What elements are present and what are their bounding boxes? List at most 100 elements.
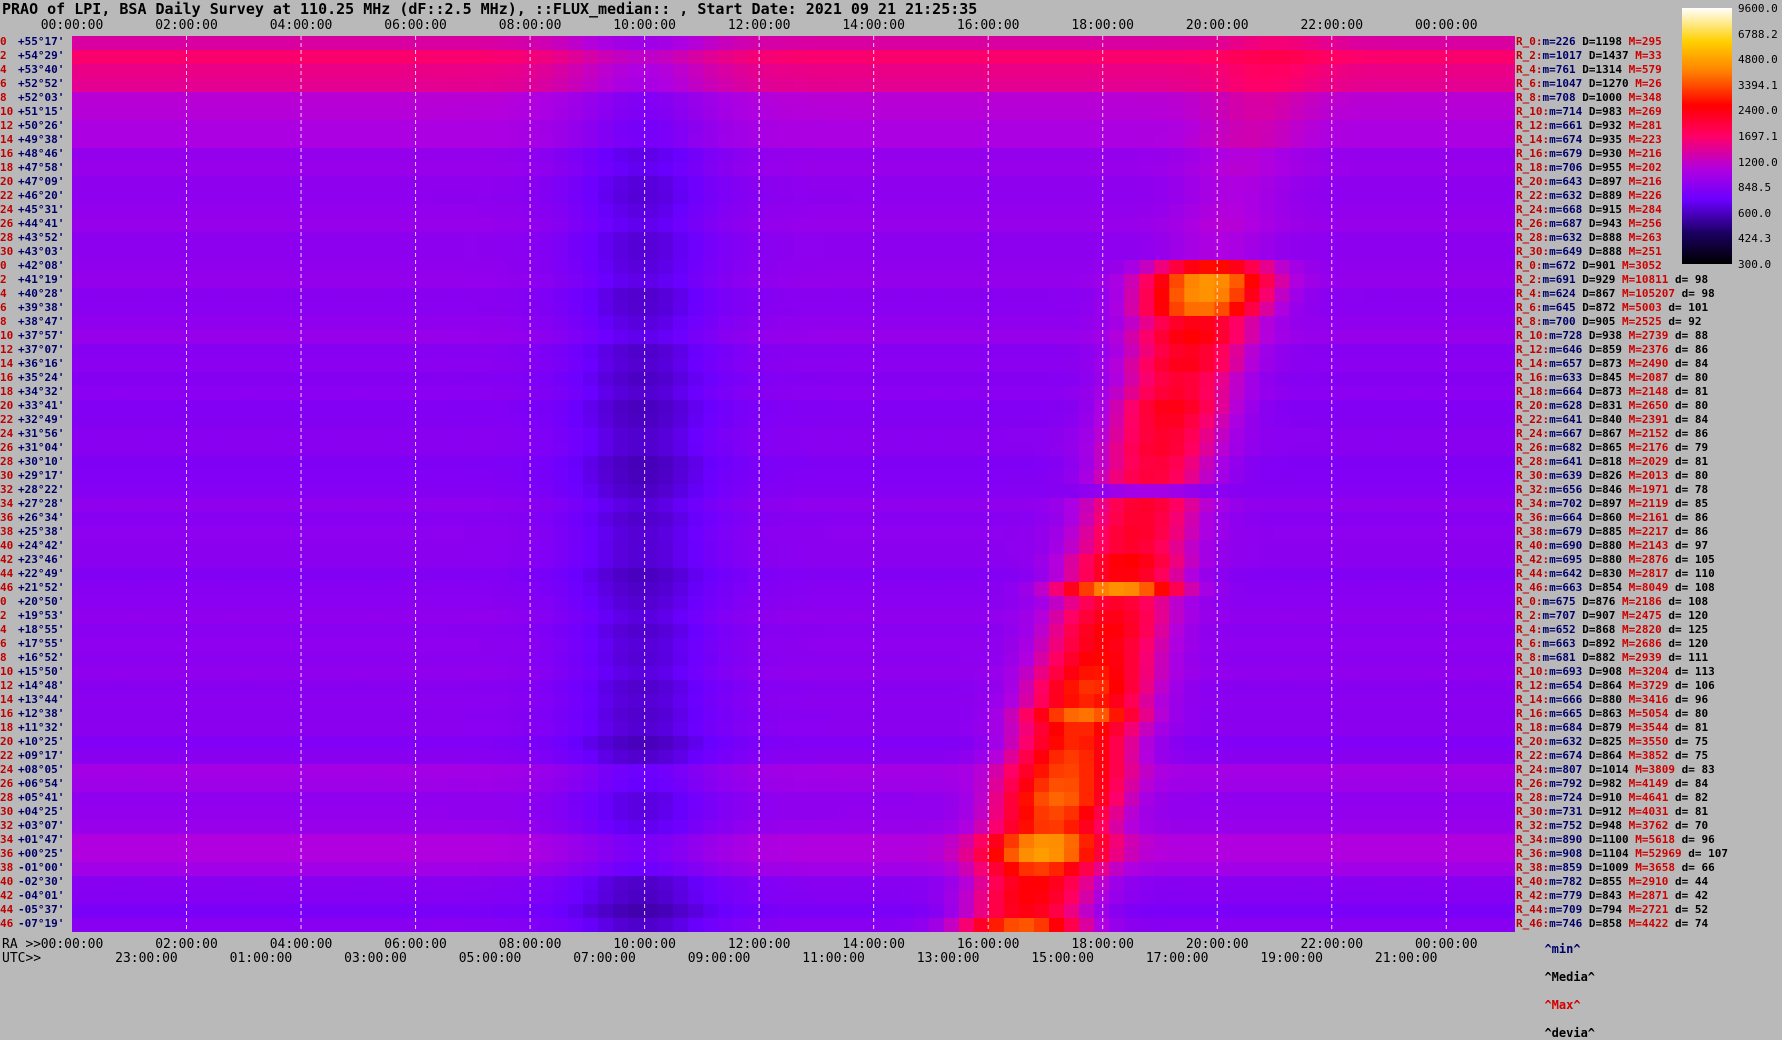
heatmap-cell: [1364, 232, 1381, 247]
heatmap-cell: [628, 582, 644, 597]
declination-value: +15°50': [18, 665, 65, 678]
heatmap-cell: [237, 260, 253, 275]
heatmap-cell: [1049, 316, 1065, 331]
heatmap-cell: [553, 246, 569, 261]
heatmap-cell: [763, 680, 780, 695]
heatmap-cell: [297, 484, 314, 499]
heatmap-cell: [1499, 330, 1515, 345]
heatmap-cell: [522, 36, 539, 51]
heatmap-cell: [432, 456, 449, 471]
heatmap-cell: [432, 680, 449, 695]
heatmap-cell: [417, 554, 434, 569]
heatmap-cell: [1319, 638, 1336, 653]
declination-value: +48°46': [18, 147, 65, 160]
heatmap-cell: [492, 386, 509, 401]
heatmap-cell: [87, 540, 103, 555]
heatmap-cell: [1424, 78, 1441, 93]
heatmap-cell: [462, 204, 479, 219]
heatmap-cell: [1499, 470, 1515, 485]
heatmap-cell: [1349, 624, 1366, 639]
heatmap-cell: [868, 638, 885, 653]
dec-label: 26 +31°04': [0, 441, 64, 455]
heatmap-cell: [447, 372, 464, 387]
heatmap-cell: [613, 372, 629, 387]
heatmap-cell: [312, 218, 329, 233]
heatmap-cell: [252, 78, 269, 93]
heatmap-cell: [147, 260, 163, 275]
heatmap-cell: [492, 554, 509, 569]
heatmap-cell: [1229, 386, 1246, 401]
heatmap-cell: [853, 638, 870, 653]
heatmap-cell: [928, 526, 945, 541]
heatmap-cell: [1289, 316, 1306, 331]
heatmap-cell: [537, 680, 554, 695]
heatmap-cell: [778, 316, 795, 331]
heatmap-cell: [1469, 232, 1486, 247]
heatmap-cell: [282, 582, 299, 597]
heatmap-cell: [643, 358, 659, 373]
heatmap-cell: [793, 386, 810, 401]
heatmap-cell: [1169, 414, 1185, 429]
heatmap-cell: [583, 596, 599, 611]
heatmap-cell: [192, 540, 208, 555]
heatmap-cell: [868, 260, 885, 275]
heatmap-cell: [1274, 442, 1291, 457]
heatmap-cell: [507, 162, 524, 177]
heatmap-cell: [387, 50, 404, 65]
heatmap-cell: [1424, 344, 1441, 359]
heatmap-cell: [718, 232, 734, 247]
heatmap-cell: [838, 134, 855, 149]
heatmap-cell: [1289, 120, 1306, 135]
heatmap-cell: [297, 428, 314, 443]
heatmap-cell: [658, 400, 674, 415]
heatmap-cell: [147, 190, 163, 205]
heatmap-cell: [1364, 540, 1381, 555]
heatmap-cell: [643, 106, 659, 121]
heatmap-cell: [733, 120, 750, 135]
heatmap-cell: [748, 526, 765, 541]
heatmap-cell: [628, 526, 644, 541]
heatmap-cell: [733, 204, 750, 219]
heatmap-cell: [1124, 36, 1140, 51]
heatmap-cell: [297, 554, 314, 569]
heatmap-cell: [913, 400, 930, 415]
heatmap-cell: [147, 484, 163, 499]
heatmap-cell: [522, 330, 539, 345]
heatmap-cell: [1424, 554, 1441, 569]
heatmap-cell: [1334, 176, 1351, 191]
heatmap-cell: [72, 176, 88, 191]
heatmap-cell: [162, 372, 178, 387]
heatmap-cell: [312, 148, 329, 163]
heatmap-cell: [1124, 344, 1140, 359]
declination-value: +37°07': [18, 343, 65, 356]
heatmap-cell: [1409, 204, 1426, 219]
heatmap-cell: [643, 526, 659, 541]
row-number: 6: [0, 301, 7, 314]
heatmap-cell: [207, 274, 223, 289]
row-number: 10: [0, 665, 14, 678]
heatmap-cell: [417, 624, 434, 639]
heatmap-cell: [838, 694, 855, 709]
heatmap-cell: [1484, 694, 1501, 709]
heatmap-cell: [462, 512, 479, 527]
heatmap-cell: [748, 162, 765, 177]
heatmap-cell: [252, 246, 269, 261]
heatmap-cell: [853, 120, 870, 135]
heatmap-cell: [1409, 232, 1426, 247]
heatmap-cell: [117, 50, 133, 65]
heatmap-cell: [237, 624, 253, 639]
heatmap-cell: [267, 316, 284, 331]
heatmap-cell: [1379, 316, 1396, 331]
heatmap-cell: [1184, 162, 1200, 177]
heatmap-cell: [477, 526, 494, 541]
heatmap-cell: [868, 330, 885, 345]
heatmap-cell: [1469, 92, 1486, 107]
heatmap-cell: [1139, 456, 1155, 471]
heatmap-cell: [102, 498, 118, 513]
heatmap-cell: [357, 568, 374, 583]
heatmap-cell: [192, 316, 208, 331]
heatmap-cell: [327, 526, 344, 541]
heatmap-cell: [537, 442, 554, 457]
heatmap-cell: [1289, 526, 1306, 541]
heatmap-cell: [808, 246, 825, 261]
